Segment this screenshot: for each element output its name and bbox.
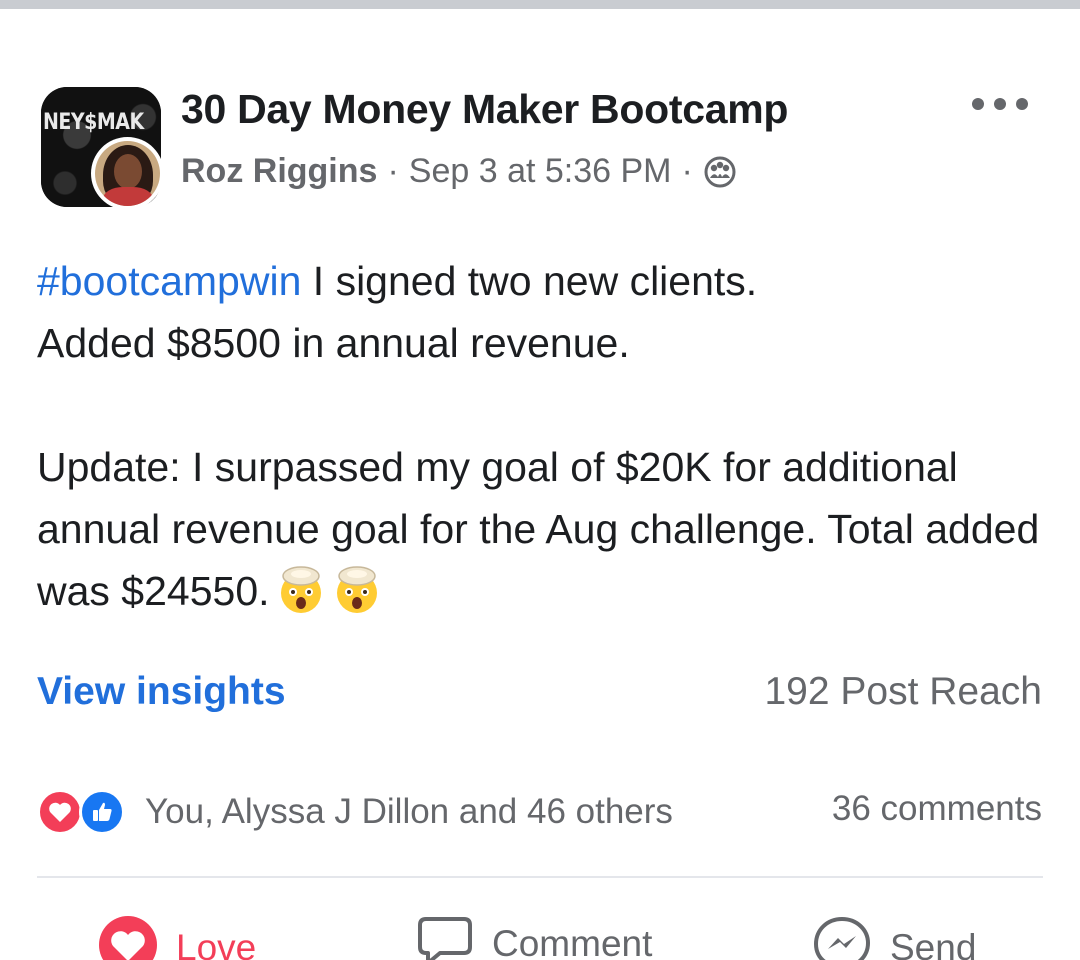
post-line-1: I signed two new clients.: [301, 258, 758, 304]
hashtag-link[interactable]: #bootcampwin: [37, 258, 301, 304]
comments-count-link[interactable]: 36 comments: [832, 789, 1042, 829]
group-avatar-logo: NEY$MAK: [43, 109, 144, 135]
author-name-link[interactable]: Roz Riggins: [181, 152, 377, 191]
post-timestamp[interactable]: Sep 3 at 5:36 PM: [409, 152, 672, 191]
post-paragraph-1: #bootcampwin I signed two new clients. A…: [37, 250, 1047, 374]
meta-separator: ·: [387, 152, 399, 190]
send-button[interactable]: Send: [812, 915, 976, 960]
comment-label: Comment: [492, 922, 653, 960]
post-body: #bootcampwin I signed two new clients. A…: [37, 250, 1047, 622]
send-label: Send: [890, 926, 977, 960]
reaction-names: You, Alyssa J Dillon and 46 others: [145, 792, 673, 831]
post-meta: Roz Riggins · Sep 3 at 5:36 PM ·: [181, 152, 737, 191]
reaction-icons: [37, 789, 133, 835]
meta-separator: ·: [681, 152, 693, 190]
author-avatar[interactable]: [91, 137, 164, 210]
exploding-head-emoji: [332, 565, 382, 615]
messenger-icon: [812, 915, 872, 960]
group-icon: [703, 155, 737, 189]
view-insights-link[interactable]: View insights: [37, 670, 286, 714]
love-label: Love: [176, 926, 257, 960]
group-name-link[interactable]: 30 Day Money Maker Bootcamp: [181, 86, 788, 133]
love-reaction-icon: [37, 789, 83, 835]
comment-button[interactable]: Comment: [416, 915, 652, 960]
love-icon: [98, 915, 158, 960]
post-update-text: Update: I surpassed my goal of $20K for …: [37, 444, 1040, 614]
love-button[interactable]: Love: [98, 915, 256, 960]
more-options-icon[interactable]: [972, 90, 1028, 118]
reactions-summary[interactable]: You, Alyssa J Dillon and 46 others: [37, 789, 673, 835]
comment-icon: [416, 915, 474, 960]
like-reaction-icon: [79, 789, 125, 835]
top-divider-strip: [0, 0, 1080, 9]
author-avatar-photo: [95, 141, 160, 206]
action-divider: [37, 876, 1043, 878]
exploding-head-emoji: [276, 565, 326, 615]
post-paragraph-2: Update: I surpassed my goal of $20K for …: [37, 436, 1047, 622]
post-line-2: Added $8500 in annual revenue.: [37, 320, 630, 366]
post-reach-count: 192 Post Reach: [764, 670, 1042, 713]
